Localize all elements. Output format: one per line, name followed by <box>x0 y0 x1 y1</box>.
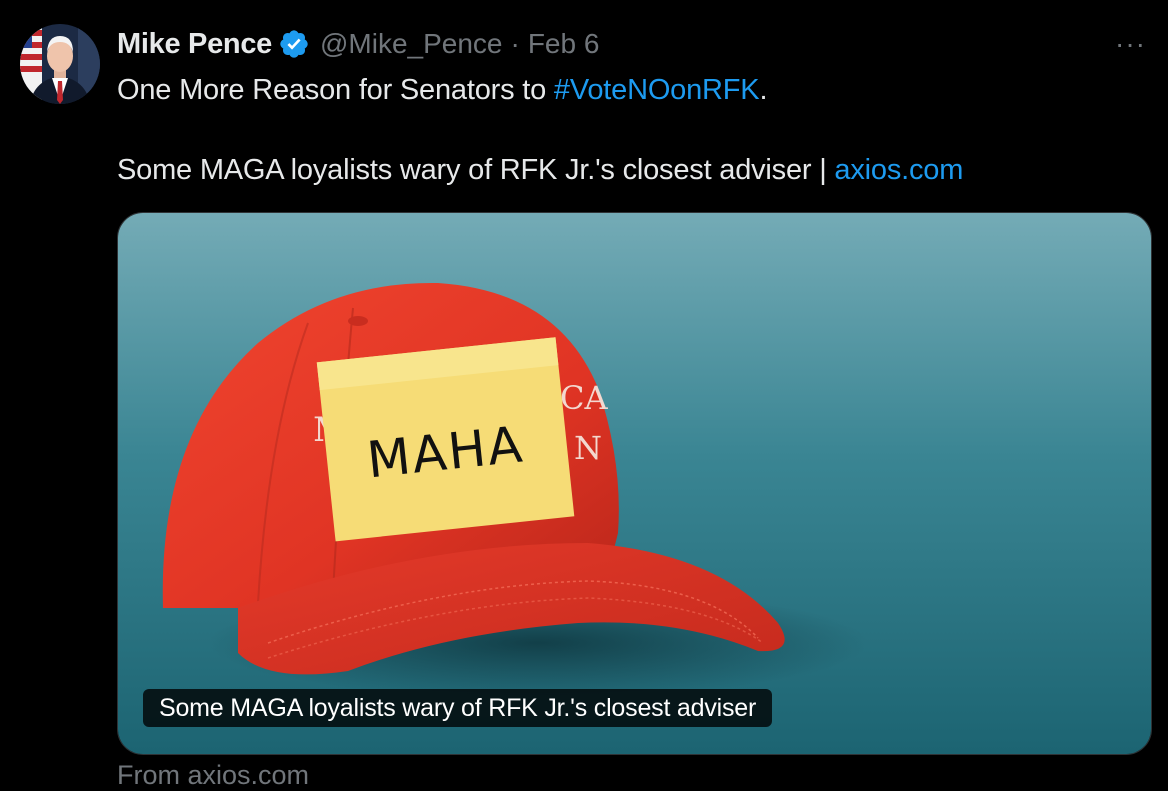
tweet-line-1-end: . <box>759 74 768 106</box>
verified-badge-icon[interactable] <box>278 28 310 60</box>
hat-text-right-top: CA <box>560 379 608 417</box>
tweet-line-2: Some MAGA loyalists wary of RFK Jr.'s cl… <box>117 150 1147 190</box>
tweet-date[interactable]: Feb 6 <box>528 28 600 60</box>
card-title[interactable]: Some MAGA loyalists wary of RFK Jr.'s cl… <box>143 689 773 727</box>
hat-text-right-bottom: N <box>574 429 602 467</box>
separator-dot: · <box>510 28 520 59</box>
tweet-line-1-text: One More Reason for Senators to <box>117 74 554 106</box>
hashtag-link[interactable]: #VoteNOonRFK <box>554 74 760 106</box>
link-preview-card[interactable]: M CA N MAHA Some MAGA loyalists wary of … <box>117 212 1152 755</box>
card-image: M CA N MAHA <box>118 213 1151 754</box>
profile-photo <box>20 24 100 104</box>
external-link[interactable]: axios.com <box>834 154 963 186</box>
tweet-line-2-text: Some MAGA loyalists wary of RFK Jr.'s cl… <box>117 154 835 186</box>
tweet-line-1: One More Reason for Senators to #VoteNOo… <box>117 70 1147 110</box>
tweet-body: One More Reason for Senators to #VoteNOo… <box>117 70 1147 190</box>
author-handle[interactable]: @Mike_Pence <box>320 28 503 60</box>
avatar[interactable] <box>20 24 100 104</box>
card-from-domain[interactable]: From axios.com <box>117 760 309 791</box>
author-display-name[interactable]: Mike Pence <box>117 28 272 61</box>
more-horizontal-icon[interactable]: ··· <box>1115 30 1146 58</box>
tweet-header: Mike Pence @Mike_Pence · Feb 6 <box>117 24 599 64</box>
